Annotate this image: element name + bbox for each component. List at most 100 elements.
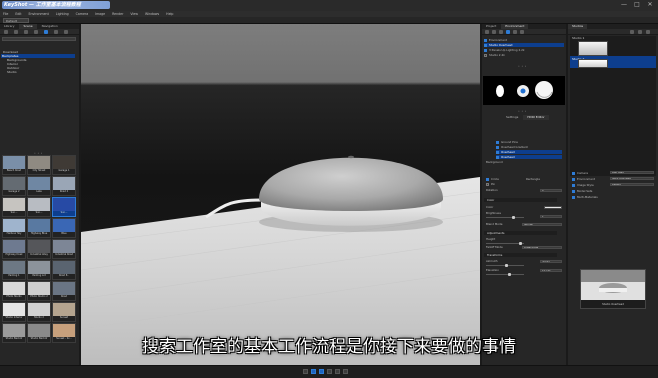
scene-icon[interactable] <box>485 30 489 34</box>
environment-icon[interactable] <box>506 30 510 34</box>
azimuth-input[interactable]: -0.125° <box>540 260 562 263</box>
hdri-layer-item[interactable]: Overhead <box>496 155 562 159</box>
hdri-layer-checkbox[interactable] <box>496 150 499 154</box>
backplate-thumbnail[interactable]: Lake <box>27 176 51 196</box>
colors-icon[interactable] <box>14 30 18 34</box>
backplates-icon[interactable] <box>44 30 48 34</box>
rotation-input[interactable]: 0° <box>540 189 562 192</box>
library-button[interactable] <box>311 369 316 374</box>
lighting-icon[interactable] <box>513 30 517 34</box>
hdri-layer-item[interactable]: Background <box>486 160 562 164</box>
backplate-thumbnail[interactable]: Beach Road <box>2 155 26 175</box>
brightness-slider-knob[interactable] <box>512 216 515 219</box>
backplate-thumbnail[interactable]: Photo Studio <box>2 281 26 301</box>
models-icon[interactable] <box>64 30 68 34</box>
backplate-thumbnail[interactable]: Garage 1 <box>52 155 76 175</box>
studio-2-thumbnail[interactable] <box>578 59 608 68</box>
backplate-thumbnail[interactable]: Road P... <box>52 260 76 280</box>
studio-item-1[interactable]: Studio 1 <box>572 36 584 40</box>
backplate-thumbnail[interactable]: City Street <box>27 155 51 175</box>
environment-checkbox[interactable] <box>484 43 487 47</box>
azimuth-slider-knob[interactable] <box>505 264 508 267</box>
environment-checkbox[interactable] <box>484 48 487 52</box>
image-icon[interactable] <box>520 30 524 34</box>
brightness-slider[interactable] <box>486 217 524 218</box>
backplate-thumbnail[interactable]: Parking Lot <box>27 260 51 280</box>
hdri-preview[interactable] <box>483 76 565 105</box>
circle-radio[interactable] <box>486 177 489 181</box>
animation-button[interactable] <box>327 369 332 374</box>
environment-checkbox[interactable] <box>484 38 487 42</box>
backplate-thumbnail[interactable]: Industrial Road <box>52 239 76 259</box>
keyshotvr-button[interactable] <box>335 369 340 374</box>
materials-icon[interactable] <box>4 30 8 34</box>
backplate-thumbnail[interactable]: Highway Dusk <box>2 239 26 259</box>
blend-mode-select[interactable]: Normal <box>522 223 562 226</box>
pin-option[interactable]: Pin <box>486 182 495 186</box>
library-search-input[interactable] <box>2 37 76 41</box>
backplate-thumbnail[interactable]: Highway Blue <box>27 218 51 238</box>
studio-setting-checkbox[interactable] <box>572 171 575 175</box>
hdri-layer-checkbox[interactable] <box>496 145 499 149</box>
delete-studio-icon[interactable] <box>646 30 650 34</box>
rectangle-option[interactable]: Rectangle <box>526 177 540 181</box>
backplate-thumbnail[interactable]: Studio Interior <box>2 302 26 322</box>
backplate-thumbnail[interactable]: Industrial Alley <box>27 239 51 259</box>
hdri-layer-checkbox[interactable] <box>496 140 499 144</box>
studio-1-thumbnail[interactable] <box>578 41 608 56</box>
environment-list-item[interactable]: 3 Panels Up Lighting 2.2k <box>484 48 564 52</box>
backplate-thumbnail[interactable]: Blue <box>52 218 76 238</box>
studio-setting-checkbox[interactable] <box>572 183 575 187</box>
environments-icon[interactable] <box>34 30 38 34</box>
backplate-thumbnail[interactable]: Sun... <box>2 197 26 217</box>
studio-setting-row[interactable]: Model Sets <box>572 189 592 193</box>
backplate-thumbnail[interactable]: Sunset <box>52 302 76 322</box>
maximize-button[interactable]: □ <box>631 1 643 9</box>
color-swatch[interactable] <box>544 206 562 209</box>
close-button[interactable]: ✕ <box>644 1 656 9</box>
environment-list-item[interactable]: Studio 2.2k <box>484 53 564 57</box>
textures-icon[interactable] <box>24 30 28 34</box>
color-section[interactable]: Color <box>484 198 557 202</box>
environment-list-item[interactable]: Environment <box>484 38 564 42</box>
height-slider-knob[interactable] <box>519 242 522 245</box>
hdri-layer-item[interactable]: Overhead Gradient <box>496 145 562 149</box>
backplate-thumbnail[interactable]: Harbour Sky <box>2 218 26 238</box>
elevation-slider-knob[interactable] <box>508 273 511 276</box>
camera-icon[interactable] <box>499 30 503 34</box>
render-viewport[interactable] <box>81 24 480 365</box>
studio-setting-row[interactable]: Environment <box>572 177 595 181</box>
studio-setting-checkbox[interactable] <box>572 195 575 199</box>
elevation-slider[interactable] <box>486 274 524 275</box>
import-button[interactable] <box>303 369 308 374</box>
adjustments-section[interactable]: Adjustments <box>484 231 557 235</box>
tab-hdri-editor[interactable]: HDRI Editor <box>523 115 549 120</box>
duplicate-studio-icon[interactable] <box>638 30 642 34</box>
hdri-layer-item[interactable]: Overhead <box>496 150 562 154</box>
hdri-layer-checkbox[interactable] <box>496 155 499 159</box>
tab-settings[interactable]: Settings <box>502 115 522 120</box>
environment-list-item[interactable]: Studio Overhead <box>484 43 564 47</box>
workspace-select[interactable]: Default Workspace <box>3 18 29 27</box>
project-button[interactable] <box>319 369 324 374</box>
hdri-layer-item[interactable]: Ground Pins <box>496 140 562 144</box>
pin-checkbox[interactable] <box>486 182 489 186</box>
add-studio-icon[interactable] <box>630 30 634 34</box>
studio-setting-row[interactable]: Image Style <box>572 183 594 187</box>
backplate-thumbnail[interactable]: Studio 2 <box>27 302 51 322</box>
studio-setting-checkbox[interactable] <box>572 189 575 193</box>
backplate-thumbnail[interactable]: Parking 1 <box>2 260 26 280</box>
backplate-thumbnail[interactable]: Garage 2 <box>2 176 26 196</box>
studio-preview[interactable]: Studio Overhead <box>580 269 646 309</box>
splitter-handle-env[interactable]: • • • <box>518 64 527 68</box>
studio-setting-select[interactable]: Night Overhead <box>610 177 654 180</box>
backplate-thumbnail[interactable]: Sun... <box>27 197 51 217</box>
studio-setting-select[interactable]: Last Used <box>610 171 654 174</box>
favorites-icon[interactable] <box>54 30 58 34</box>
environment-checkbox[interactable] <box>484 53 487 57</box>
brightness-input[interactable]: 1 <box>540 215 562 218</box>
render-button[interactable] <box>343 369 348 374</box>
studio-setting-row[interactable]: Multi-Materials <box>572 195 598 199</box>
studio-setting-row[interactable]: Camera <box>572 171 588 175</box>
tree-item[interactable]: Studio <box>7 70 17 74</box>
